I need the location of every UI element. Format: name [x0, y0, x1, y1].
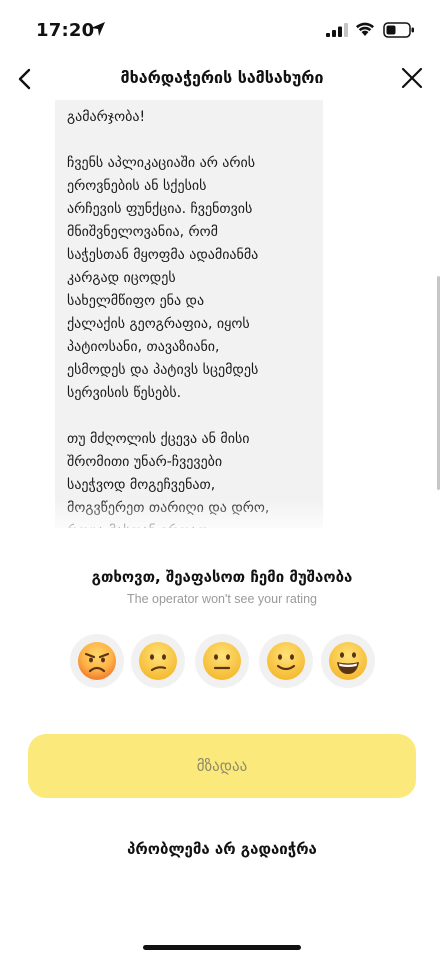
chevron-left-icon[interactable] — [14, 64, 36, 94]
rating-title: გთხოვთ, შეაფასოთ ჩემი მუშაობა — [91, 568, 353, 586]
rating-sheet: გთხოვთ, შეაფასოთ ჩემი მუშაობა The operat… — [0, 528, 444, 960]
rating-1-button[interactable] — [70, 634, 124, 688]
grinning-face-icon — [329, 642, 367, 680]
location-arrow-icon — [91, 22, 105, 36]
angry-face-icon — [78, 642, 116, 680]
status-time: 17:20 — [36, 20, 95, 41]
confused-face-icon — [139, 642, 177, 680]
chat-area[interactable]: გამარჯობა! ჩვენს აპლიკაციაში არ არის ერო… — [0, 100, 444, 534]
rating-2-button[interactable] — [131, 634, 185, 688]
page-title: მხარდაჭერის სამსახური — [120, 68, 324, 87]
submit-button[interactable]: მზადაა — [28, 734, 416, 798]
rating-subtitle: The operator won't see your rating — [127, 592, 317, 606]
emoji-rating-row — [0, 634, 444, 694]
rating-4-button[interactable] — [259, 634, 313, 688]
cell-signal-icon — [326, 23, 348, 37]
home-indicator[interactable] — [143, 945, 301, 950]
header: მხარდაჭერის სამსახური — [0, 56, 444, 102]
support-message-bubble: გამარჯობა! ჩვენს აპლიკაციაში არ არის ერო… — [55, 100, 323, 534]
problem-not-solved-button[interactable]: პრობლემა არ გადაიჭრა — [0, 840, 444, 858]
support-message-text: გამარჯობა! ჩვენს აპლიკაციაში არ არის ერო… — [67, 109, 269, 534]
battery-icon — [383, 22, 414, 38]
wifi-icon — [356, 22, 374, 36]
close-icon[interactable] — [400, 66, 424, 90]
rating-3-button[interactable] — [195, 634, 249, 688]
rating-5-button[interactable] — [321, 634, 375, 688]
status-bar: 17:20 — [0, 0, 444, 56]
neutral-face-icon — [203, 642, 241, 680]
scrollbar[interactable] — [437, 276, 440, 490]
slightly-smiling-face-icon — [267, 642, 305, 680]
